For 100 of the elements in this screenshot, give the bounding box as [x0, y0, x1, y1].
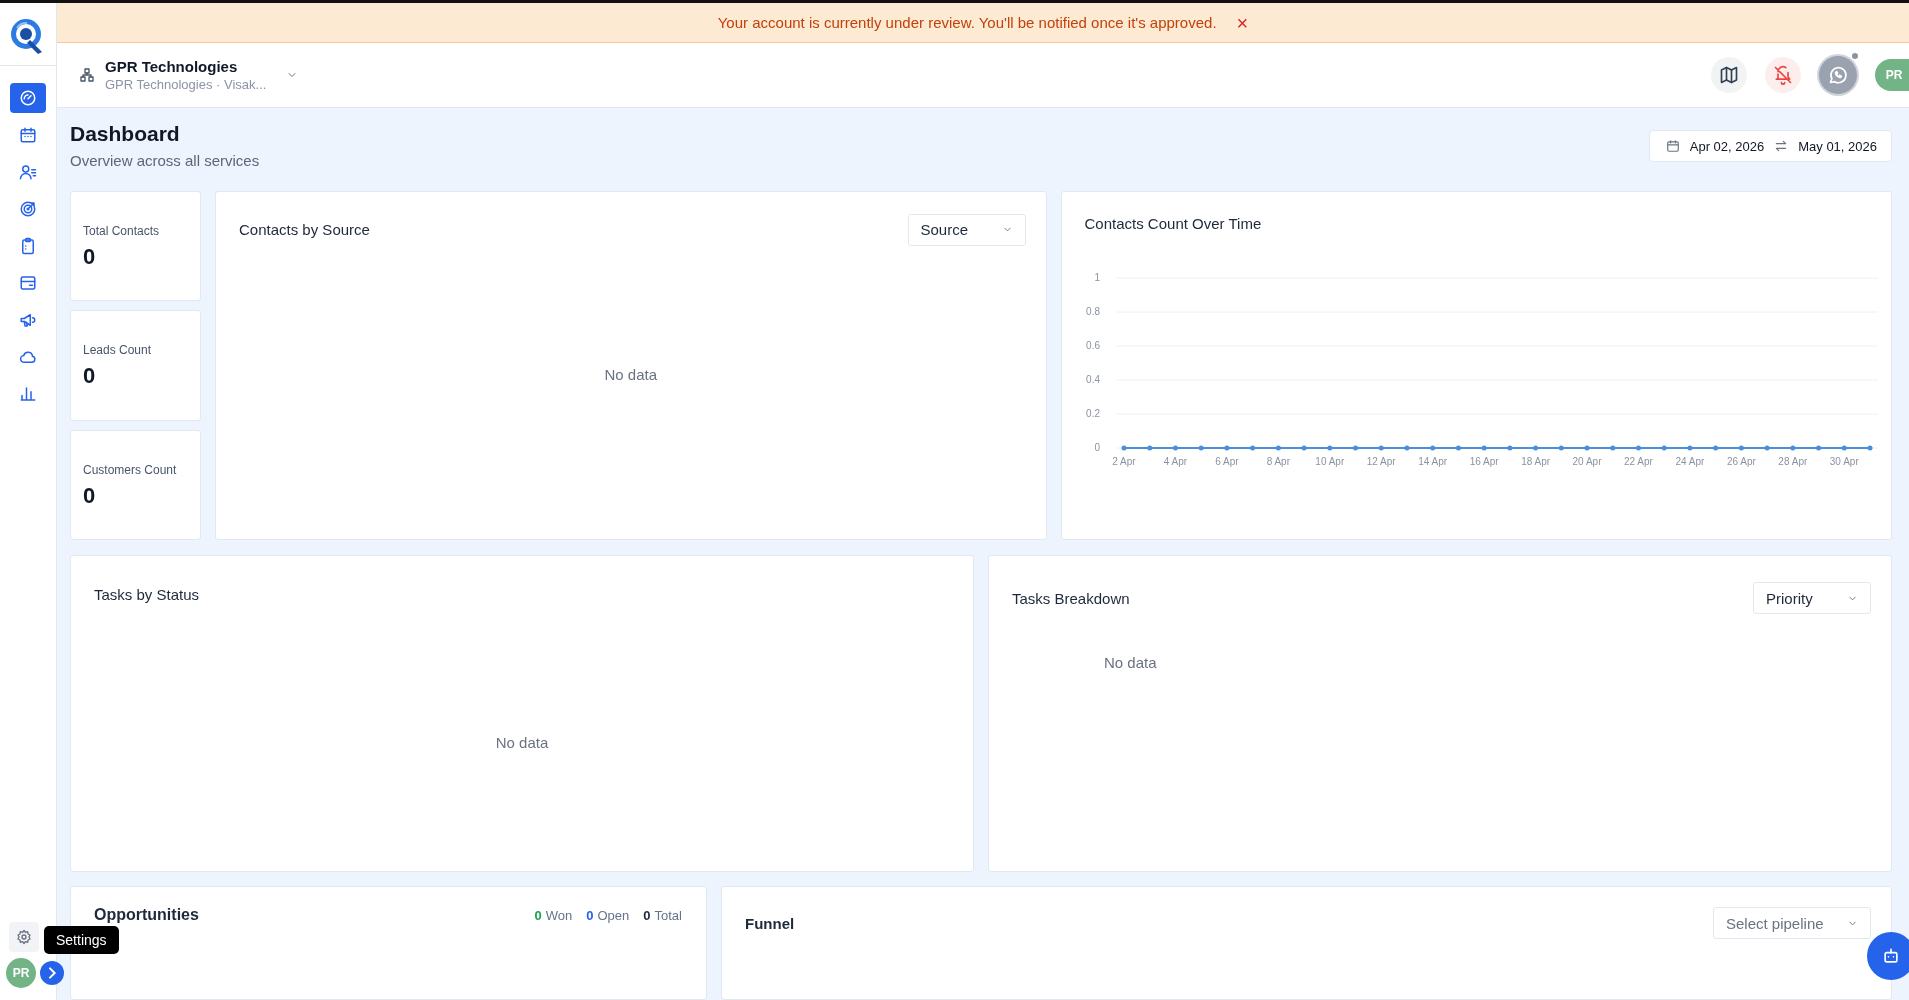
stat-value: 0	[83, 482, 97, 509]
data-point	[1223, 445, 1229, 450]
priority-dropdown[interactable]: Priority	[1753, 582, 1871, 615]
map-button[interactable]	[1711, 57, 1747, 93]
data-point	[1841, 445, 1847, 450]
pipeline-dropdown[interactable]: Select pipeline	[1713, 907, 1871, 940]
data-point	[1712, 445, 1718, 450]
close-button[interactable]: ×	[1236, 12, 1249, 33]
card-icon	[19, 274, 37, 292]
whatsapp-button[interactable]	[1819, 56, 1857, 94]
x-tick-label: 20 Apr	[1572, 455, 1601, 467]
y-tick-label: 0.6	[1085, 339, 1100, 351]
x-tick-label: 28 Apr	[1777, 455, 1807, 467]
x-tick-label: 24 Apr	[1674, 455, 1704, 467]
data-point	[1532, 445, 1538, 450]
card-title: Opportunities	[94, 906, 199, 925]
data-point	[1789, 445, 1795, 450]
date-to: May 01, 2026	[1798, 138, 1877, 154]
x-tick-label: 14 Apr	[1417, 455, 1447, 467]
source-dropdown[interactable]: Source	[907, 213, 1026, 246]
card-title: Tasks Breakdown	[1012, 589, 1130, 607]
page-title: Dashboard	[70, 121, 181, 146]
x-tick-label: 22 Apr	[1623, 455, 1653, 467]
data-point	[1635, 445, 1641, 450]
org-name: GPR Technologies	[105, 58, 239, 75]
count-stat: 0 Won	[534, 907, 573, 923]
calendar-icon	[19, 126, 37, 144]
data-point	[1481, 445, 1487, 450]
data-point	[1352, 445, 1358, 450]
count-stat: 0 Total	[643, 907, 682, 923]
x-tick-label: 8 Apr	[1266, 455, 1290, 467]
x-tick-label: 4 Apr	[1163, 455, 1187, 467]
users-list-icon	[19, 163, 37, 181]
data-point	[1121, 445, 1126, 450]
stat-label: Total Contacts	[83, 223, 161, 238]
data-point	[1378, 445, 1384, 450]
empty-message: No data	[1104, 654, 1157, 672]
y-tick-label: 0.8	[1085, 305, 1100, 317]
tooltip: Settings	[44, 926, 119, 954]
x-tick-label: 18 Apr	[1520, 455, 1550, 467]
clipboard-icon	[19, 237, 37, 255]
x-tick-label: 10 Apr	[1314, 455, 1344, 467]
data-point	[1455, 445, 1461, 450]
stat-value: 0	[83, 363, 97, 389]
data-point	[1198, 445, 1204, 450]
page-subtitle: Overview across all services	[70, 152, 260, 169]
gauge-icon	[19, 89, 37, 107]
data-point	[1249, 445, 1255, 450]
card-title: Contacts by Source	[239, 221, 370, 238]
data-point	[1584, 445, 1590, 450]
stat-label: Customers Count	[83, 462, 178, 477]
expand-button[interactable]	[40, 961, 64, 985]
empty-message: No data	[495, 734, 549, 752]
map-icon	[1719, 65, 1739, 85]
data-point	[1686, 445, 1692, 450]
swap-icon	[1774, 139, 1789, 153]
data-point	[1429, 445, 1435, 450]
data-point	[1815, 445, 1821, 450]
data-point	[1301, 445, 1307, 450]
x-tick-label: 12 Apr	[1366, 455, 1396, 467]
stat-value: 0	[83, 243, 97, 270]
notifications-button[interactable]	[1765, 57, 1801, 93]
y-tick-label: 0.2	[1085, 407, 1100, 419]
x-tick-label: 30 Apr	[1829, 455, 1859, 467]
settings-button[interactable]	[9, 922, 39, 952]
x-tick-label: 26 Apr	[1726, 455, 1756, 467]
y-tick-label: 0	[1093, 441, 1100, 453]
count-stat: 0 Open	[586, 907, 630, 923]
y-tick-label: 0.4	[1085, 373, 1100, 385]
chat-phone-icon	[1828, 65, 1848, 85]
x-tick-label: 2 Apr	[1111, 455, 1136, 467]
data-point	[1506, 445, 1512, 450]
org-detail: GPR Technologies · Visak...	[105, 77, 267, 92]
data-point	[1661, 445, 1667, 450]
data-point	[1403, 445, 1409, 450]
megaphone-icon	[19, 311, 37, 329]
sidebar-item[interactable]	[10, 83, 46, 113]
data-point	[1867, 445, 1872, 450]
bell-off-icon	[1773, 65, 1793, 85]
settings-icon	[16, 929, 32, 945]
data-point	[1146, 445, 1152, 450]
date-range-picker[interactable]: Apr 02, 2026 May 01, 2026	[1648, 130, 1892, 162]
target-icon	[19, 200, 37, 218]
empty-message: No data	[604, 365, 657, 383]
calendar-icon	[1665, 139, 1680, 153]
data-point	[1558, 445, 1564, 450]
card-title: Contacts Count Over Time	[1084, 215, 1262, 232]
banner-message: Your account is currently under review. You'll be notified once it's approved.	[717, 14, 1217, 31]
date-from: Apr 02, 2026	[1689, 138, 1765, 154]
data-point	[1609, 445, 1615, 450]
org-icon	[79, 67, 95, 83]
x-tick-label: 6 Apr	[1214, 455, 1239, 467]
data-point	[1172, 445, 1178, 450]
x-tick-label: 16 Apr	[1469, 455, 1499, 467]
data-point	[1275, 445, 1281, 450]
data-point	[1326, 445, 1332, 450]
y-tick-label: 1	[1093, 271, 1100, 283]
robot-icon	[1881, 946, 1901, 966]
bar-chart-icon	[19, 385, 37, 403]
data-point	[1764, 445, 1770, 450]
